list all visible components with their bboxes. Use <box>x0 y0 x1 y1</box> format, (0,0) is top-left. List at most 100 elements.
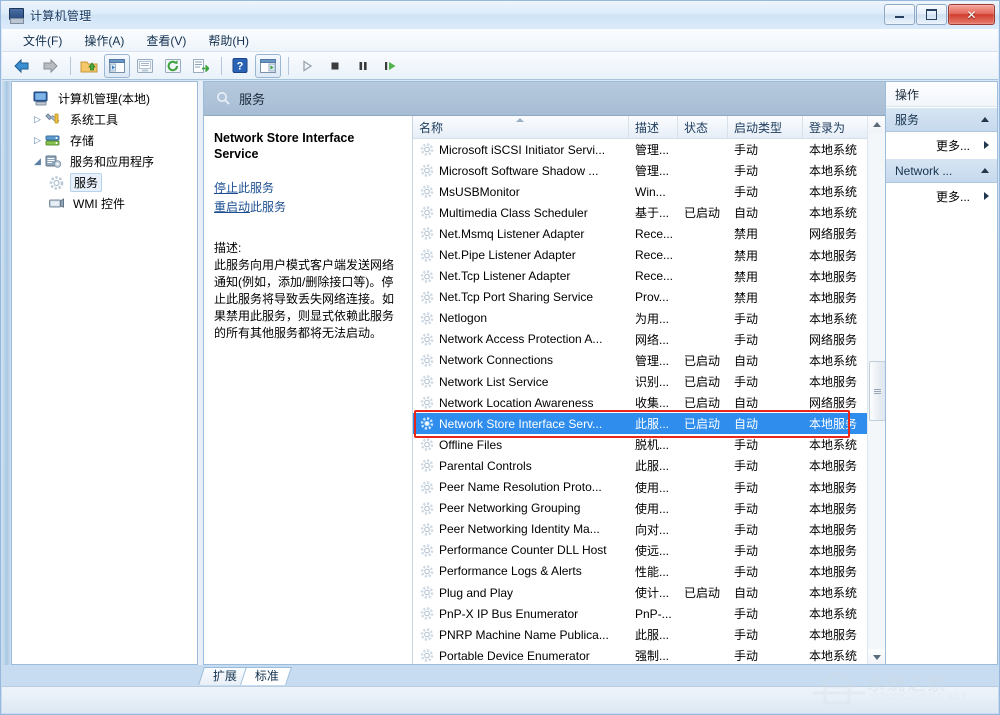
table-row[interactable]: Parental Controls此服...手动本地服务 <box>413 455 885 476</box>
help-icon[interactable]: ? <box>227 54 253 78</box>
twisty-collapsed-icon[interactable]: ▷ <box>30 115 45 124</box>
close-button[interactable]: ✕ <box>948 4 995 25</box>
sidebar-item-services[interactable]: 服务 <box>16 172 195 193</box>
minimize-button[interactable] <box>884 4 915 25</box>
menu-action[interactable]: 操作(A) <box>73 29 135 52</box>
table-row[interactable]: Network Store Interface Serv...此服...已启动自… <box>413 413 885 434</box>
service-startup-label: 手动 <box>734 333 758 347</box>
table-row[interactable]: Portable Device Enumerator强制...手动本地系统 <box>413 645 885 665</box>
services-list-scrollbar[interactable] <box>867 116 885 665</box>
menu-bar: 文件(F) 操作(A) 查看(V) 帮助(H) <box>2 29 998 52</box>
sidebar-item-wmi-control[interactable]: WMI 控件 <box>16 193 195 214</box>
service-gear-icon <box>419 332 435 347</box>
chevron-down-icon <box>873 655 881 660</box>
refresh-icon[interactable] <box>160 54 186 78</box>
start-service-icon[interactable] <box>294 54 320 78</box>
table-row[interactable]: MsUSBMonitorWin...手动本地系统 <box>413 181 885 202</box>
table-row[interactable]: Offline Files脱机...手动本地系统 <box>413 434 885 455</box>
menu-view[interactable]: 查看(V) <box>135 29 197 52</box>
menu-file[interactable]: 文件(F) <box>12 29 73 52</box>
forward-icon[interactable] <box>37 54 63 78</box>
show-hide-tree-icon[interactable] <box>104 54 130 78</box>
table-row[interactable]: Network Connections管理...已启动自动本地系统 <box>413 350 885 371</box>
table-row[interactable]: PNRP Machine Name Publica...此服...手动本地服务 <box>413 624 885 645</box>
table-row[interactable]: Peer Networking Identity Ma...向对...手动本地服… <box>413 519 885 540</box>
table-row[interactable]: Network Location Awareness收集...已启动自动网络服务 <box>413 392 885 413</box>
table-row[interactable]: Net.Msmq Listener AdapterRece...禁用网络服务 <box>413 223 885 244</box>
service-name-label: PNRP Machine Name Publica... <box>439 628 609 642</box>
cell-log-on-as: 本地系统 <box>803 183 875 200</box>
actions-group-services[interactable]: 服务 <box>886 107 997 132</box>
service-name-label: Portable Device Enumerator <box>439 649 590 663</box>
sidebar-item-system-tools[interactable]: ▷ 系统工具 <box>16 109 195 130</box>
service-description-label: 强制... <box>635 649 669 663</box>
table-row[interactable]: Peer Name Resolution Proto...使用...手动本地服务 <box>413 477 885 498</box>
stop-service-icon[interactable] <box>322 54 348 78</box>
menu-help[interactable]: 帮助(H) <box>197 29 260 52</box>
sidebar-item-services-and-applications[interactable]: ◢ 服务和应用程序 <box>16 151 195 172</box>
actions-more-services[interactable]: 更多... <box>886 132 997 158</box>
cell-name: Parental Controls <box>413 458 629 473</box>
tab-extended-label: 扩展 <box>213 668 237 685</box>
services-banner-title: 服务 <box>239 89 265 108</box>
table-row[interactable]: Microsoft Software Shadow ...管理...手动本地系统 <box>413 160 885 181</box>
tab-standard[interactable]: 标准 <box>240 667 292 685</box>
maximize-button[interactable] <box>916 4 947 25</box>
column-startup-type[interactable]: 启动类型 <box>728 116 803 138</box>
table-row[interactable]: Performance Logs & Alerts性能...手动本地服务 <box>413 561 885 582</box>
table-row[interactable]: Net.Tcp Port Sharing ServiceProv...禁用本地服… <box>413 287 885 308</box>
table-row[interactable]: Performance Counter DLL Host使远...手动本地服务 <box>413 540 885 561</box>
table-row[interactable]: PnP-X IP Bus EnumeratorPnP-...手动本地系统 <box>413 603 885 624</box>
service-gear-icon <box>419 374 435 389</box>
cell-log-on-as: 本地服务 <box>803 521 875 538</box>
show-hide-action-pane-icon[interactable] <box>255 54 281 78</box>
service-startup-label: 手动 <box>734 164 758 178</box>
table-row[interactable]: Netlogon为用...手动本地系统 <box>413 308 885 329</box>
back-icon[interactable] <box>9 54 35 78</box>
export-list-icon[interactable] <box>188 54 214 78</box>
scroll-down-button[interactable] <box>868 649 885 665</box>
storage-icon <box>45 133 63 149</box>
scrollbar-thumb[interactable] <box>869 361 885 421</box>
sidebar-item-label-3: 服务和应用程序 <box>67 152 157 171</box>
cell-name: Plug and Play <box>413 585 629 600</box>
table-row[interactable]: Multimedia Class Scheduler基于...已启动自动本地系统 <box>413 202 885 223</box>
restart-service-link[interactable]: 重启动 <box>214 200 250 214</box>
column-name[interactable]: 名称 <box>413 116 629 138</box>
service-name-label: Network Connections <box>439 353 553 367</box>
service-logon-label: 本地服务 <box>809 249 857 263</box>
restart-service-icon[interactable] <box>378 54 404 78</box>
caret-right-icon-2 <box>984 192 989 200</box>
services-apps-icon <box>45 154 63 170</box>
column-status[interactable]: 状态 <box>678 116 728 138</box>
pause-service-icon[interactable] <box>350 54 376 78</box>
table-row[interactable]: Network List Service识别...已启动手动本地服务 <box>413 371 885 392</box>
tree-root-computer-management[interactable]: 计算机管理(本地) <box>16 88 195 109</box>
actions-more-selected-service-label: 更多... <box>936 188 970 205</box>
actions-group-selected-service[interactable]: Network ... <box>886 158 997 183</box>
table-row[interactable]: Net.Pipe Listener AdapterRece...禁用本地服务 <box>413 244 885 265</box>
sidebar-item-storage[interactable]: ▷ 存储 <box>16 130 195 151</box>
table-row[interactable]: Microsoft iSCSI Initiator Servi...管理...手… <box>413 139 885 160</box>
column-log-on-as[interactable]: 登录为 <box>803 116 875 138</box>
service-logon-label: 本地系统 <box>809 185 857 199</box>
twisty-collapsed-icon-2[interactable]: ▷ <box>30 136 45 145</box>
actions-more-selected-service[interactable]: 更多... <box>886 183 997 209</box>
table-row[interactable]: Network Access Protection A...网络...手动网络服… <box>413 329 885 350</box>
cell-name: Portable Device Enumerator <box>413 648 629 663</box>
column-description[interactable]: 描述 <box>629 116 678 138</box>
service-logon-label: 网络服务 <box>809 333 857 347</box>
table-row[interactable]: Peer Networking Grouping使用...手动本地服务 <box>413 498 885 519</box>
service-name-label: Performance Logs & Alerts <box>439 564 582 578</box>
twisty-expanded-icon[interactable]: ◢ <box>30 157 45 166</box>
service-status-label: 已启动 <box>684 417 720 431</box>
up-folder-icon[interactable] <box>76 54 102 78</box>
scroll-up-button[interactable] <box>868 116 885 133</box>
table-row[interactable]: Net.Tcp Listener AdapterRece...禁用本地服务 <box>413 266 885 287</box>
computer-management-icon <box>8 7 24 23</box>
stop-service-link[interactable]: 停止 <box>214 181 238 195</box>
table-row[interactable]: Plug and Play使计...已启动自动本地系统 <box>413 582 885 603</box>
cell-log-on-as: 本地系统 <box>803 141 875 158</box>
properties-icon[interactable] <box>132 54 158 78</box>
service-name-label: Network Access Protection A... <box>439 332 602 346</box>
